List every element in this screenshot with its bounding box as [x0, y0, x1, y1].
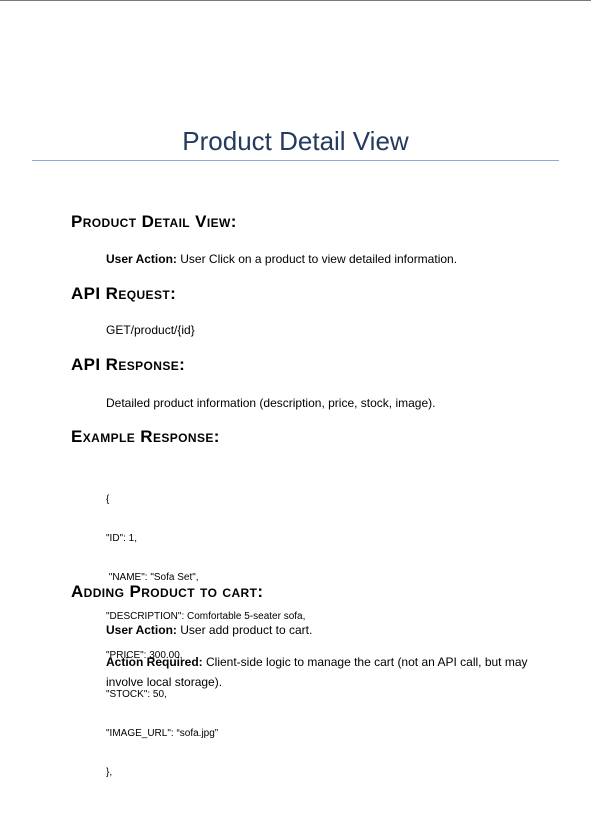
code-line: { — [106, 494, 110, 505]
user-action-label: User Action: — [106, 623, 177, 637]
heading-adding-product-to-cart: Adding Product to cart: — [71, 582, 264, 601]
heading-api-response: API Response: — [71, 355, 186, 374]
title-underline — [32, 160, 559, 161]
cart-action-required: Action Required: Client-side logic to ma… — [106, 652, 546, 692]
action-required-label: Action Required: — [106, 655, 203, 669]
heading-product-detail-view: Product Detail View: — [71, 212, 237, 231]
code-line: }, — [106, 767, 113, 778]
cart-user-action: User Action: User add product to cart. — [106, 622, 312, 638]
user-action-text: User Click on a product to view detailed… — [176, 252, 458, 266]
api-request-endpoint: GET/product/{id} — [106, 323, 195, 337]
page-top-border — [0, 0, 591, 1]
code-line: "ID": 1, — [106, 533, 137, 544]
user-action-label: User Action: — [106, 252, 177, 266]
heading-example-response: Example Response: — [71, 427, 220, 446]
api-response-description: Detailed product information (descriptio… — [106, 396, 436, 410]
user-action-text: User add product to cart. — [176, 623, 313, 637]
document-title: Product Detail View — [182, 126, 409, 156]
product-detail-user-action: User Action: User Click on a product to … — [106, 251, 457, 267]
code-line: "IMAGE_URL": “sofa.jpg” — [106, 728, 219, 739]
heading-api-request: API Request: — [71, 284, 177, 303]
